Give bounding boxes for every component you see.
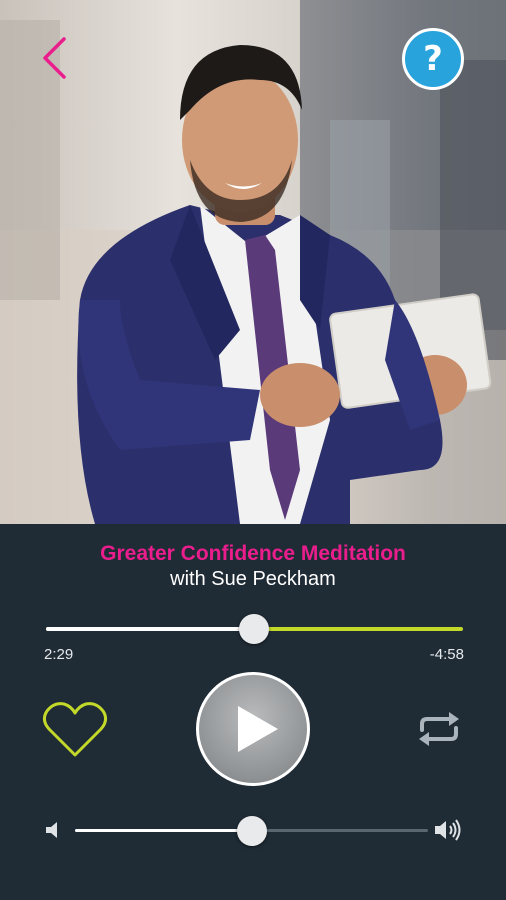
volume-thumb[interactable]	[237, 816, 267, 846]
seek-bar-played	[46, 627, 254, 631]
time-remaining: -4:58	[429, 646, 464, 663]
help-icon: ?	[423, 39, 443, 79]
play-icon	[238, 706, 278, 752]
player-panel: Greater Confidence Meditation with Sue P…	[0, 524, 506, 900]
seek-thumb[interactable]	[239, 614, 269, 644]
chevron-left-icon	[43, 37, 66, 79]
track-artist: with Sue Peckham	[170, 568, 336, 590]
hero-photo: ?	[0, 0, 506, 524]
repeat-button[interactable]	[416, 710, 462, 748]
time-elapsed: 2:29	[44, 646, 74, 663]
track-title: Greater Confidence Meditation	[100, 542, 406, 565]
volume-low-icon	[44, 820, 64, 840]
play-button[interactable]	[196, 672, 310, 786]
help-button[interactable]: ?	[402, 28, 464, 90]
repeat-icon	[419, 712, 459, 746]
volume-fill	[75, 829, 252, 832]
heart-outline-icon	[42, 702, 108, 757]
favorite-button[interactable]	[42, 700, 108, 760]
back-button[interactable]	[40, 36, 80, 84]
volume-high-icon	[434, 818, 462, 842]
